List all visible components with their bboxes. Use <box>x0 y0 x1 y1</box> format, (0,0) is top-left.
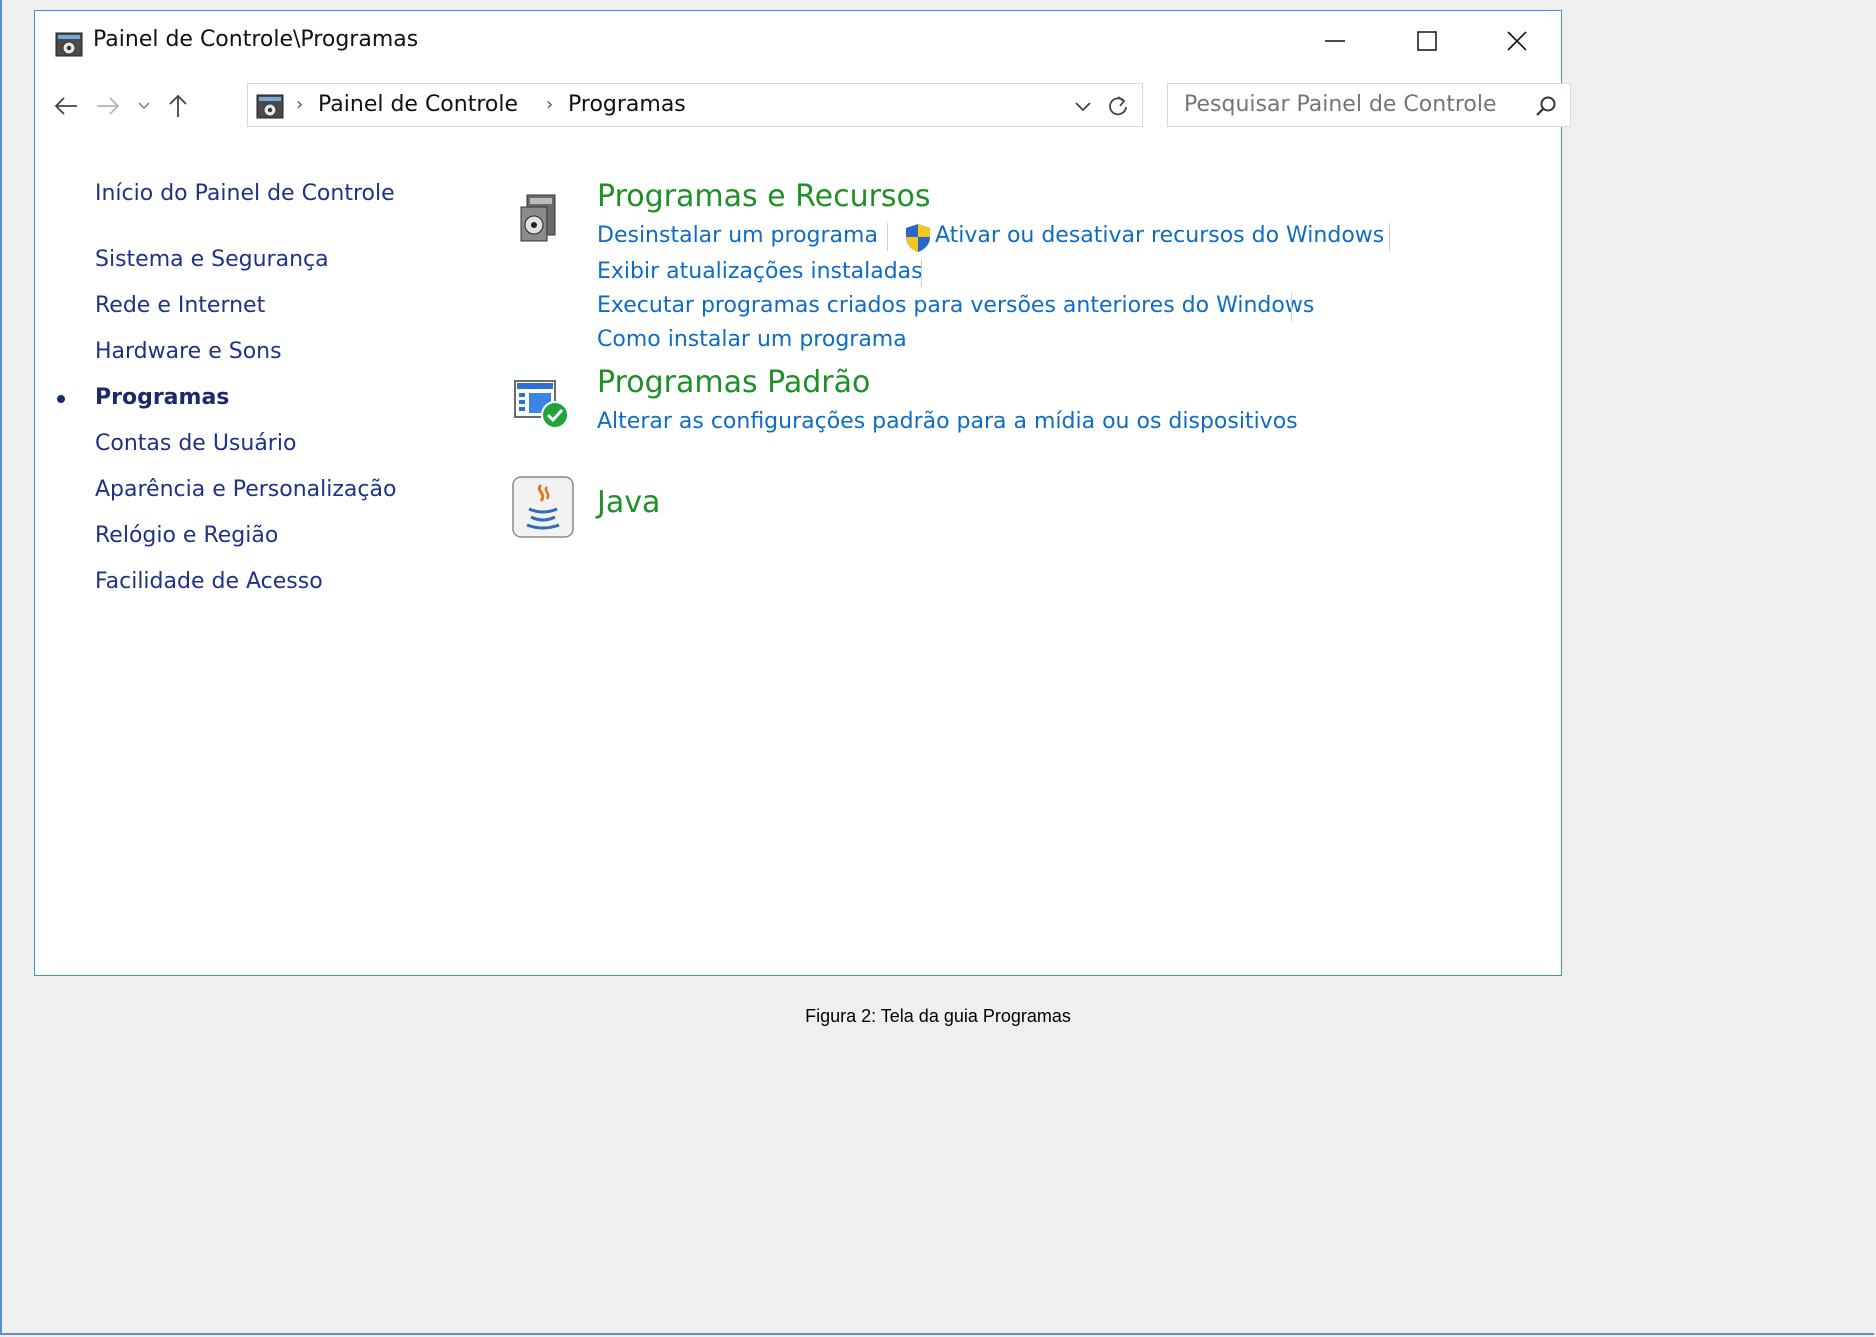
back-button[interactable] <box>49 89 83 123</box>
installed-updates-link[interactable]: Exibir atualizações instaladas <box>597 259 923 284</box>
close-button[interactable] <box>1471 11 1563 71</box>
forward-arrow-icon <box>97 97 120 115</box>
sidebar-item-home[interactable]: Início do Painel de Controle <box>95 181 395 206</box>
windows-features-link[interactable]: Ativar ou desativar recursos do Windows <box>935 223 1384 248</box>
breadcrumb-programs[interactable]: Programas <box>568 92 686 117</box>
breadcrumb-control-panel[interactable]: Painel de Controle <box>318 92 518 117</box>
link-separator <box>887 223 888 251</box>
control-panel-window: Painel de Controle\Programas › Painel de… <box>34 10 1571 976</box>
link-separator <box>921 259 922 287</box>
category-title-java[interactable]: Java <box>597 485 660 520</box>
control-panel-icon <box>256 94 284 119</box>
link-separator <box>1291 293 1292 321</box>
back-arrow-icon <box>54 97 77 115</box>
sidebar-item-appearance[interactable]: Aparência e Personalização <box>95 477 396 502</box>
close-icon <box>1507 31 1527 51</box>
sidebar-item-hardware-sound[interactable]: Hardware e Sons <box>95 339 282 364</box>
default-media-settings-link[interactable]: Alterar as configurações padrão para a m… <box>597 409 1298 434</box>
chevron-down-icon <box>138 102 150 110</box>
java-icon[interactable] <box>511 475 575 539</box>
maximize-button[interactable] <box>1381 11 1473 71</box>
sidebar-item-ease-of-access[interactable]: Facilidade de Acesso <box>95 569 323 594</box>
breadcrumb-separator: › <box>546 94 554 115</box>
up-arrow-icon <box>169 94 187 117</box>
search-box[interactable] <box>1167 83 1571 127</box>
maximize-icon <box>1417 31 1437 51</box>
refresh-icon[interactable] <box>1104 92 1132 120</box>
chevron-down-icon[interactable] <box>1071 94 1095 118</box>
control-panel-icon <box>55 32 83 57</box>
address-bar[interactable]: › Painel de Controle › Programas <box>247 83 1143 127</box>
category-title-programs-features[interactable]: Programas e Recursos <box>597 179 931 214</box>
search-input[interactable] <box>1184 92 1524 117</box>
search-icon[interactable] <box>1534 94 1558 118</box>
compatibility-programs-link[interactable]: Executar programas criados para versões … <box>597 293 1314 318</box>
current-item-bullet <box>57 395 65 403</box>
minimize-button[interactable] <box>1289 11 1381 71</box>
sidebar-item-network-internet[interactable]: Rede e Internet <box>95 293 265 318</box>
figure-caption: Figura 2: Tela da guia Programas <box>805 1006 1071 1026</box>
window-title: Painel de Controle\Programas <box>93 27 419 52</box>
sidebar-item-user-accounts[interactable]: Contas de Usuário <box>95 431 296 456</box>
how-to-install-link[interactable]: Como instalar um programa <box>597 327 907 352</box>
sidebar-item-system-security[interactable]: Sistema e Segurança <box>95 247 329 272</box>
uac-shield-icon <box>906 224 930 252</box>
default-programs-icon[interactable] <box>513 379 573 431</box>
sidebar-item-clock-region[interactable]: Relógio e Região <box>95 523 278 548</box>
sidebar-item-programs[interactable]: Programas <box>95 385 229 410</box>
title-bar[interactable]: Painel de Controle\Programas <box>35 11 1561 71</box>
navigation-bar: › Painel de Controle › Programas <box>35 83 1571 131</box>
breadcrumb-separator: › <box>296 94 304 115</box>
uninstall-program-link[interactable]: Desinstalar um programa <box>597 223 878 248</box>
programs-features-icon[interactable] <box>517 193 561 245</box>
up-button[interactable] <box>161 89 195 123</box>
minimize-icon <box>1325 40 1345 42</box>
category-title-default-programs[interactable]: Programas Padrão <box>597 365 870 400</box>
recent-locations-button[interactable] <box>131 89 157 123</box>
forward-button[interactable] <box>91 89 125 123</box>
link-separator <box>1389 223 1390 251</box>
